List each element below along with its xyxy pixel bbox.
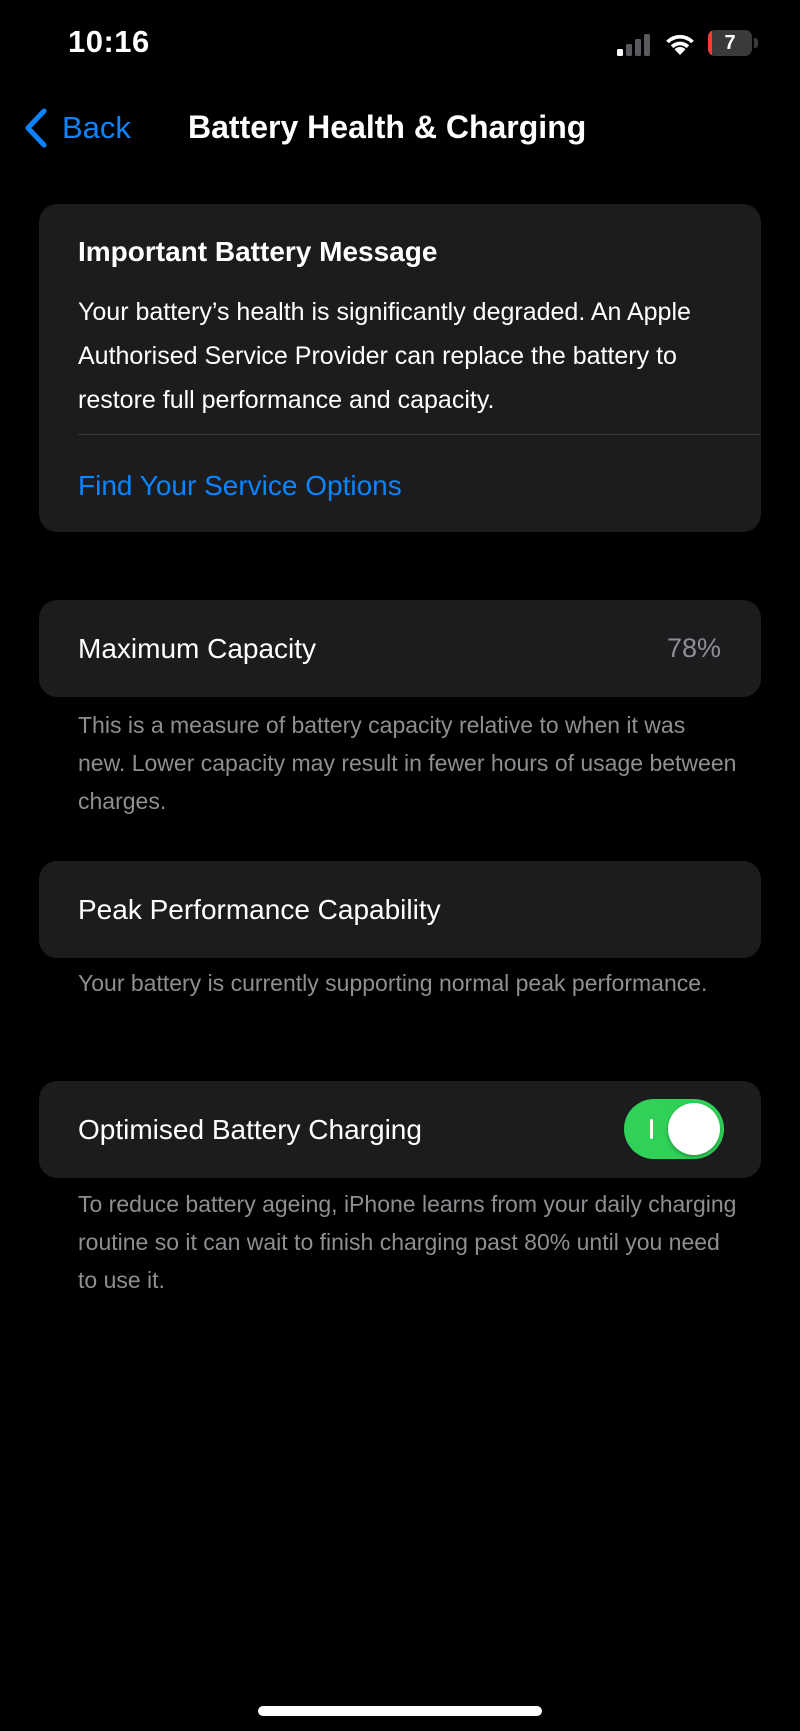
chevron-left-icon	[25, 108, 47, 148]
battery-message-card: Important Battery Message Your battery’s…	[39, 204, 761, 532]
back-label: Back	[62, 110, 131, 145]
battery-icon: 7	[708, 30, 758, 56]
optimised-charging-note: To reduce battery ageing, iPhone learns …	[78, 1191, 737, 1293]
peak-performance-row: Peak Performance Capability	[39, 861, 761, 958]
page-title: Battery Health & Charging	[188, 109, 587, 145]
home-indicator	[258, 1706, 542, 1716]
toggle-on-mark	[650, 1119, 653, 1139]
battery-body: 7	[708, 30, 752, 56]
maximum-capacity-note: This is a measure of battery capacity re…	[78, 712, 737, 814]
message-body: Your battery’s health is significantly d…	[78, 298, 691, 414]
peak-performance-label: Peak Performance Capability	[78, 894, 441, 925]
status-bar: 10:16 7	[0, 0, 800, 90]
maximum-capacity-row: Maximum Capacity 78%	[39, 600, 761, 697]
optimised-charging-toggle[interactable]	[624, 1099, 724, 1159]
toggle-knob	[668, 1103, 720, 1155]
battery-cap	[754, 38, 758, 48]
message-title: Important Battery Message	[78, 236, 438, 267]
message-divider	[78, 434, 761, 435]
status-time: 10:16	[68, 24, 150, 59]
navigation-bar: Back Battery Health & Charging	[0, 95, 800, 161]
wifi-icon	[666, 34, 694, 55]
find-service-options-link[interactable]: Find Your Service Options	[78, 470, 402, 502]
back-button[interactable]: Back	[22, 103, 131, 153]
peak-performance-note: Your battery is currently supporting nor…	[78, 970, 708, 996]
battery-level: 7	[724, 32, 736, 54]
maximum-capacity-label: Maximum Capacity	[78, 633, 317, 664]
maximum-capacity-value: 78%	[666, 633, 721, 663]
optimised-charging-label: Optimised Battery Charging	[78, 1114, 422, 1145]
cellular-signal-icon	[617, 34, 650, 56]
optimised-charging-row: Optimised Battery Charging	[39, 1081, 761, 1178]
